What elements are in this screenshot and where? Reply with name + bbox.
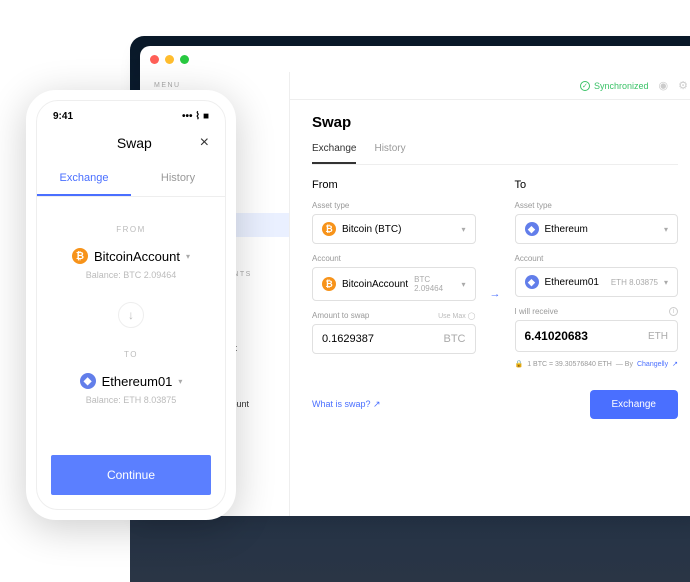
time: 9:41	[53, 111, 73, 122]
ethereum-icon: ◆	[80, 373, 96, 389]
to-asset-dropdown[interactable]: ◆ Ethereum ▾	[515, 214, 679, 244]
chevron-down-icon: ▾	[664, 225, 668, 234]
account-bal: ETH 8.03875	[611, 278, 658, 287]
bitcoin-icon: ₿	[72, 248, 88, 264]
lock-icon: 🔒	[515, 360, 524, 368]
from-asset-dropdown[interactable]: ₿ Bitcoin (BTC) ▾	[312, 214, 476, 244]
provider-link[interactable]: Changelly	[637, 361, 668, 368]
amount-currency: BTC	[444, 333, 466, 345]
account-name: Ethereum01	[545, 277, 599, 288]
to-column: To Asset type ◆ Ethereum ▾ Account ◆ Ether…	[515, 179, 679, 368]
bitcoin-icon: ₿	[322, 277, 336, 291]
info-icon[interactable]: i	[669, 307, 678, 316]
phone-title: Swap	[117, 135, 152, 151]
ethereum-icon: ◆	[525, 275, 539, 289]
from-account-dropdown[interactable]: ₿ BitcoinAccount BTC 2.09464 ▾	[312, 267, 476, 301]
signal-icons: ••• ⌇ ■	[182, 111, 209, 122]
account-bal: BTC 2.09464	[414, 275, 455, 293]
to-account-selector[interactable]: ◆ Ethereum01 ▾	[53, 373, 209, 389]
account-name: BitcoinAccount	[94, 249, 180, 264]
asset-name: Ethereum	[545, 224, 588, 235]
from-section: FROM ₿ BitcoinAccount ▾ Balance: BTC 2.0…	[37, 197, 225, 298]
chevron-down-icon: ▾	[186, 252, 190, 261]
ethereum-icon: ◆	[525, 222, 539, 236]
amount-label: Amount to swap	[312, 311, 369, 320]
phone-tab-history[interactable]: History	[131, 162, 225, 196]
asset-type-label: Asset type	[515, 201, 679, 210]
tab-exchange[interactable]: Exchange	[312, 143, 356, 164]
from-label: FROM	[53, 225, 209, 234]
account-name: Ethereum01	[102, 374, 173, 389]
to-header: To	[515, 179, 679, 191]
to-account-dropdown[interactable]: ◆ Ethereum01 ETH 8.03875 ▾	[515, 267, 679, 297]
tabs: Exchange History	[312, 143, 678, 165]
page-title: Swap	[312, 114, 678, 131]
chevron-down-icon: ▾	[178, 377, 182, 386]
exchange-button[interactable]: Exchange	[590, 390, 678, 419]
from-account-selector[interactable]: ₿ BitcoinAccount ▾	[53, 248, 209, 264]
sync-text: Synchronized	[594, 81, 649, 91]
eye-icon[interactable]: ◉	[659, 79, 669, 92]
phone-tab-exchange[interactable]: Exchange	[37, 162, 131, 196]
bitcoin-icon: ₿	[322, 222, 336, 236]
to-section: TO ◆ Ethereum01 ▾ Balance: ETH 8.03875	[37, 332, 225, 423]
what-is-swap-link[interactable]: What is swap? ↗	[312, 399, 381, 410]
from-balance: Balance: BTC 2.09464	[53, 270, 209, 280]
amount-input[interactable]: 0.1629387 BTC	[312, 324, 476, 354]
tab-history[interactable]: History	[374, 143, 405, 164]
chevron-down-icon: ▾	[664, 278, 668, 287]
by-text: — By	[616, 361, 633, 368]
to-balance: Balance: ETH 8.03875	[53, 395, 209, 405]
to-label: TO	[53, 350, 209, 359]
sync-status: ✓ Synchronized	[580, 81, 649, 91]
rate-text: 1 BTC = 39.30576840 ETH	[527, 361, 612, 368]
minimize-dot[interactable]	[165, 55, 174, 64]
maximize-dot[interactable]	[180, 55, 189, 64]
account-label: Account	[515, 254, 679, 263]
continue-button[interactable]: Continue	[51, 455, 211, 495]
from-header: From	[312, 179, 476, 191]
main: ✓Synchronized ◉ ⚙ Swap Exchange History …	[290, 72, 690, 516]
account-name: BitcoinAccount	[342, 279, 408, 290]
phone-tabs: Exchange History	[37, 162, 225, 197]
close-dot[interactable]	[150, 55, 159, 64]
close-icon[interactable]: ×	[200, 134, 209, 152]
swap-arrow-icon: →	[490, 288, 501, 300]
receive-value: 6.41020683	[525, 329, 588, 343]
notch	[91, 101, 171, 119]
sync-icon: ✓	[580, 81, 590, 91]
amount-value: 0.1629387	[322, 333, 374, 345]
chevron-down-icon: ▾	[461, 225, 465, 234]
receive-label: I will receive	[515, 307, 559, 316]
receive-output: 6.41020683 ETH	[515, 320, 679, 352]
titlebar	[140, 46, 690, 72]
from-column: From Asset type ₿ Bitcoin (BTC) ▾ Account…	[312, 179, 476, 354]
receive-currency: ETH	[648, 331, 668, 342]
topbar: ✓ Synchronized ◉ ⚙	[290, 72, 690, 100]
swap-direction-icon[interactable]: ↓	[118, 302, 144, 328]
rate-row: 🔒 1 BTC = 39.30576840 ETH — By Changelly…	[515, 360, 679, 368]
settings-icon[interactable]: ⚙	[678, 79, 688, 92]
phone-device: 9:41 ••• ⌇ ■ Swap × Exchange History FRO…	[26, 90, 236, 520]
account-label: Account	[312, 254, 476, 263]
use-max-toggle[interactable]: Use Max ◯	[438, 312, 475, 320]
asset-name: Bitcoin (BTC)	[342, 224, 401, 235]
asset-type-label: Asset type	[312, 201, 476, 210]
chevron-down-icon: ▾	[461, 280, 465, 289]
external-link-icon: ↗	[672, 360, 678, 368]
